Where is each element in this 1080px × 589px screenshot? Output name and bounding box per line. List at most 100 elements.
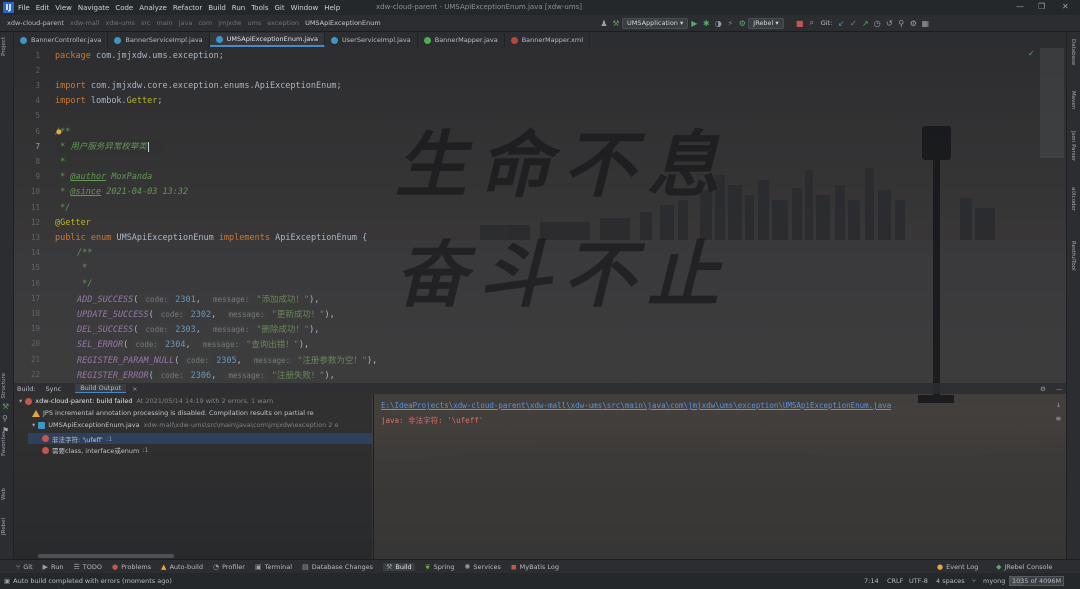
hide-icon[interactable]: —	[1056, 385, 1063, 393]
breadcrumb-class[interactable]: UMSApiExceptionEnum	[305, 19, 381, 27]
breadcrumb-exception[interactable]: exception	[267, 19, 299, 27]
stop-icon[interactable]: ■	[794, 17, 806, 29]
debug-icon[interactable]: ✱	[700, 17, 712, 29]
git-update-icon[interactable]: ↙	[835, 17, 847, 29]
breadcrumb-jmjxdw[interactable]: jmjxdw	[218, 19, 241, 27]
settings-icon[interactable]: ⚙	[907, 17, 919, 29]
bulb-icon[interactable]: ●	[56, 127, 61, 137]
jrebel-tool-tab[interactable]: JRebel	[1, 518, 7, 535]
breadcrumb-main[interactable]: main	[156, 19, 172, 27]
menu-refactor[interactable]: Refactor	[173, 4, 202, 12]
git-rollback-icon[interactable]: ↺	[883, 17, 895, 29]
layout-icon[interactable]: ▦	[919, 17, 931, 29]
menu-help[interactable]: Help	[324, 4, 340, 12]
breadcrumb-project[interactable]: xdw-cloud-parent	[7, 19, 64, 27]
line-separator[interactable]: CRLF	[887, 577, 903, 585]
json-parser-tool-tab[interactable]: Json Parser	[1070, 131, 1076, 161]
database-tool-tab[interactable]: Database	[1070, 39, 1076, 65]
tool-spring[interactable]: ❦ Spring	[425, 563, 455, 571]
search-icon[interactable]: ⚲	[895, 17, 907, 29]
menu-edit[interactable]: Edit	[36, 4, 50, 12]
tool-git[interactable]: ⑂ Git	[16, 563, 33, 571]
tool-database-changes[interactable]: ▤ Database Changes	[302, 563, 373, 571]
close-icon[interactable]: ✕	[1062, 2, 1069, 11]
menu-build[interactable]: Build	[208, 4, 226, 12]
git-commit-icon[interactable]: ✓	[847, 17, 859, 29]
menu-git[interactable]: Git	[274, 4, 284, 12]
scroll-to-end-icon[interactable]: ↓	[1056, 400, 1061, 409]
tool-auto-build[interactable]: ▲ Auto-build	[161, 563, 203, 571]
build-root-row[interactable]: ▾ xdw-cloud-parent: build failed At 2021…	[19, 397, 273, 405]
git-branch[interactable]: myong	[983, 577, 1005, 585]
web-tool-tab[interactable]: Web	[1, 488, 7, 500]
user-icon[interactable]: ♟	[598, 17, 610, 29]
tab-ums-api-exception-enum[interactable]: UMSApiExceptionEnum.java	[209, 33, 326, 47]
jrebel-run-icon[interactable]: ⚡	[724, 17, 736, 29]
breadcrumb-com[interactable]: com	[198, 19, 212, 27]
output-file-link[interactable]: E:\IdeaProjects\xdw-cloud-parent\xdw-mal…	[381, 401, 891, 410]
search-everywhere-icon[interactable]: ⌕	[806, 17, 818, 29]
coverage-icon[interactable]: ◑	[712, 17, 724, 29]
build-output-console[interactable]: E:\IdeaProjects\xdw-cloud-parent\xdw-mal…	[373, 394, 1066, 559]
menu-view[interactable]: View	[55, 4, 72, 12]
pin-icon[interactable]: ⚑	[2, 425, 12, 437]
menu-window[interactable]: Window	[291, 4, 319, 12]
tab-banner-mapper-xml[interactable]: BannerMapper.xml	[505, 33, 591, 47]
tool-terminal[interactable]: ▣ Terminal	[255, 563, 292, 571]
build-hammer-icon[interactable]: ⚒	[610, 17, 622, 29]
breadcrumb-mall[interactable]: xdw-mall	[70, 19, 100, 27]
project-tool-tab[interactable]: Project	[1, 37, 7, 56]
tool-todo[interactable]: ☰ TODO	[73, 563, 102, 571]
tool-services[interactable]: ✺ Services	[465, 563, 501, 571]
tool-event-log[interactable]: ● Event Log	[937, 563, 978, 571]
soft-wrap-icon[interactable]: ≡	[1056, 414, 1061, 423]
tab-banner-mapper-java[interactable]: BannerMapper.java	[418, 33, 505, 47]
tool-build[interactable]: ⚒ Build	[383, 562, 415, 571]
menu-file[interactable]: File	[18, 4, 30, 12]
status-message[interactable]: Auto build completed with errors (moment…	[13, 577, 172, 585]
settings-icon[interactable]: ⚙	[1040, 385, 1046, 393]
build-warning-row[interactable]: JPS incremental annotation processing is…	[32, 409, 314, 417]
menu-run[interactable]: Run	[232, 4, 245, 12]
build-file-row[interactable]: ▾ UMSApiExceptionEnum.java xdw-mall\xdw-…	[32, 421, 338, 429]
breadcrumb-ums[interactable]: xdw-ums	[105, 19, 134, 27]
tab-user-service-impl[interactable]: UserServiceImpl.java	[325, 33, 418, 47]
tab-build-output[interactable]: Build Output	[75, 384, 127, 393]
menu-code[interactable]: Code	[115, 4, 133, 12]
close-tab-icon[interactable]: ×	[132, 385, 137, 393]
tool-problems[interactable]: ● Problems	[112, 563, 151, 571]
memory-indicator[interactable]: 1035 of 4096M	[1009, 576, 1065, 586]
menu-navigate[interactable]: Navigate	[78, 4, 109, 12]
restore-icon[interactable]: ❐	[1038, 2, 1045, 11]
menu-analyze[interactable]: Analyze	[139, 4, 167, 12]
build-error-row[interactable]: 需要class, interface或enum :1	[42, 445, 149, 455]
tab-banner-controller[interactable]: BannerController.java	[14, 33, 109, 47]
code-editor[interactable]: package com.jmjxdw.ums.exception; import…	[55, 47, 1055, 382]
filter-icon[interactable]: ⚲	[2, 413, 12, 425]
maven-tool-tab[interactable]: Maven	[1070, 91, 1076, 109]
breadcrumb-java[interactable]: java	[179, 19, 193, 27]
git-history-icon[interactable]: ◷	[871, 17, 883, 29]
build-error-row-selected[interactable]: 非法字符: '\ufeff' :1	[28, 433, 372, 444]
caret-position[interactable]: 7:14	[864, 577, 879, 585]
git-push-icon[interactable]: ↗	[859, 17, 871, 29]
run-config-select[interactable]: UMSApplication ▾	[622, 17, 689, 29]
tab-banner-service-impl[interactable]: BannerServiceImpl.java	[108, 33, 210, 47]
tool-run[interactable]: ▶ Run	[43, 563, 64, 571]
structure-tool-tab[interactable]: Structure	[1, 373, 7, 399]
tab-sync[interactable]: Sync	[46, 385, 62, 393]
menu-tools[interactable]: Tools	[251, 4, 268, 12]
minimize-icon[interactable]: —	[1016, 2, 1024, 11]
jrebel-select[interactable]: JRebel ▾	[748, 17, 784, 29]
breadcrumb-ums-pkg[interactable]: ums	[247, 19, 261, 27]
file-encoding[interactable]: UTF-8	[909, 577, 928, 585]
restful-tool-tab[interactable]: RestfulTool	[1070, 241, 1076, 271]
jrebel-debug-icon[interactable]: ⚙	[736, 17, 748, 29]
aixcoder-tool-tab[interactable]: aiXcoder	[1070, 187, 1076, 211]
horizontal-scrollbar[interactable]	[38, 554, 174, 558]
tool-profiler[interactable]: ◔ Profiler	[213, 563, 245, 571]
indent-setting[interactable]: 4 spaces	[936, 577, 965, 585]
run-icon[interactable]: ▶	[688, 17, 700, 29]
build-hammer-icon[interactable]: ⚒	[2, 401, 12, 413]
tool-jrebel-console[interactable]: ◆ JRebel Console	[996, 563, 1052, 571]
